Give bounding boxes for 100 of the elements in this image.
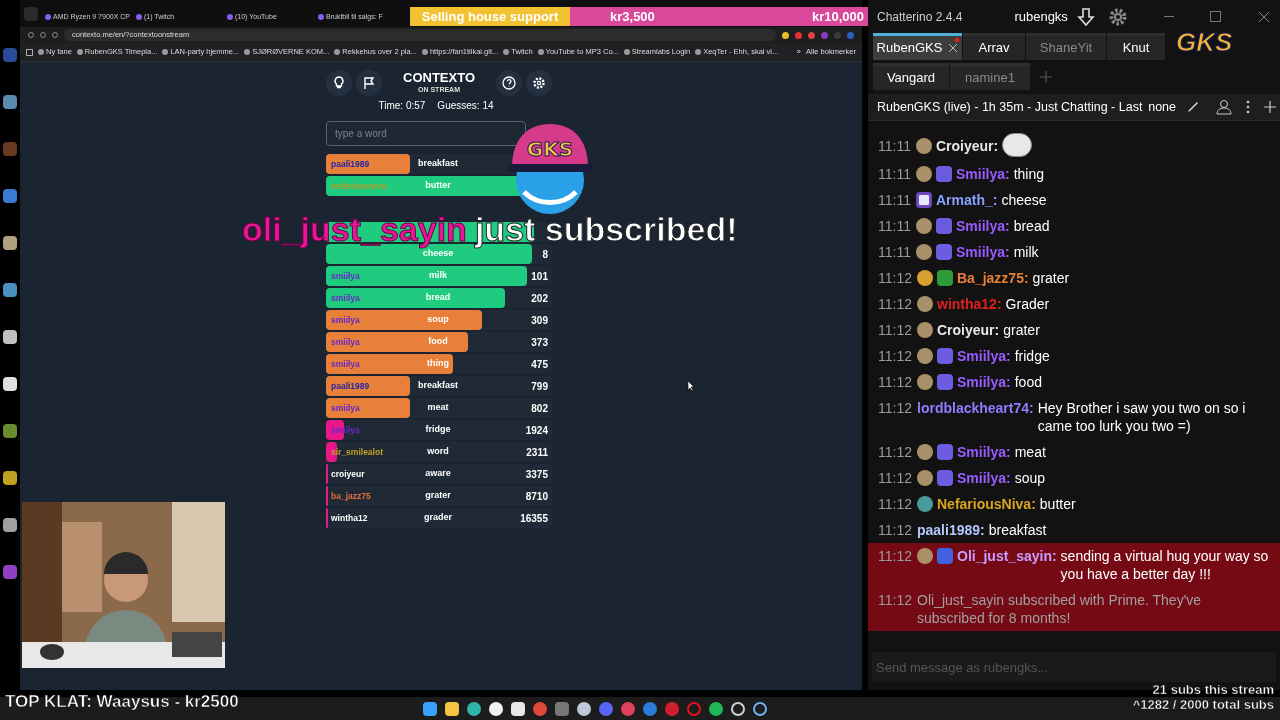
favicon-icon bbox=[318, 14, 324, 20]
username[interactable]: paali1989: bbox=[917, 521, 985, 539]
logo-text: GKS bbox=[526, 137, 574, 161]
timestamp: 11:12 bbox=[878, 269, 912, 287]
player-name: smiilya bbox=[330, 401, 361, 415]
bookmark-favicon-icon bbox=[76, 49, 83, 55]
username[interactable]: Croiyeur: bbox=[935, 137, 999, 155]
username[interactable]: Smiilya: bbox=[955, 243, 1010, 261]
bookmark-favicon-icon bbox=[334, 49, 341, 55]
close-tab-icon[interactable] bbox=[948, 43, 959, 53]
username[interactable]: Smiilya: bbox=[957, 347, 1011, 365]
desktop-shortcut-icon[interactable] bbox=[3, 424, 17, 438]
message-text: thing bbox=[1013, 165, 1046, 183]
player-name: smiilya bbox=[330, 335, 361, 349]
add-split-icon[interactable] bbox=[1264, 101, 1276, 113]
guess-rank: 8710 bbox=[524, 489, 549, 504]
guess-rank: 202 bbox=[530, 291, 549, 306]
username[interactable]: Smiilya: bbox=[957, 469, 1011, 487]
favicon-icon bbox=[227, 14, 233, 20]
bookmark-favicon-icon bbox=[537, 49, 544, 55]
guess-rank: 799 bbox=[530, 379, 549, 394]
system-message: Oli_just_sayin subscribed with Prime. They've subscribed for 8 months! bbox=[917, 591, 1203, 627]
maximize-icon[interactable] bbox=[1210, 11, 1221, 22]
apps-icon[interactable] bbox=[26, 48, 33, 56]
desktop-shortcut-icon[interactable] bbox=[3, 95, 17, 109]
guess-word: grader bbox=[423, 511, 453, 525]
guess-word: breakfast bbox=[417, 379, 459, 393]
guess-word: bread bbox=[424, 291, 452, 305]
app-icon[interactable] bbox=[555, 701, 569, 716]
timestamp: 11:12 bbox=[878, 521, 912, 539]
guess-word: aware bbox=[424, 467, 452, 481]
username[interactable]: Smiilya: bbox=[957, 373, 1011, 391]
guess-rank: 309 bbox=[530, 313, 549, 328]
desktop-shortcut-icon[interactable] bbox=[3, 189, 17, 203]
bookmark-favicon-icon bbox=[695, 49, 702, 55]
desktop-shortcut-icon[interactable] bbox=[3, 236, 17, 250]
channel-tab[interactable]: ShaneYit bbox=[1026, 33, 1106, 60]
username[interactable]: Armath_: bbox=[935, 191, 998, 209]
channel-tab[interactable]: Arrav bbox=[963, 33, 1025, 60]
desktop-shortcut-icon[interactable] bbox=[3, 283, 17, 297]
desktop-shortcut-icon[interactable] bbox=[3, 377, 17, 391]
channel-tab[interactable]: Knut bbox=[1107, 33, 1165, 60]
top-donor-text: TOP KLAT: Waaysus - kr2500 bbox=[5, 691, 239, 713]
bookmarks-overflow[interactable]: » bbox=[796, 46, 801, 58]
word-input[interactable]: type a word bbox=[326, 121, 526, 146]
message-text: bread bbox=[1013, 217, 1051, 235]
guess-rank: 475 bbox=[530, 357, 549, 372]
username[interactable]: wintha12: bbox=[937, 295, 1002, 313]
message-text: grater bbox=[1032, 269, 1071, 287]
message-text: breakfast bbox=[988, 521, 1048, 539]
username[interactable]: Smiilya: bbox=[957, 443, 1011, 461]
account-name[interactable]: rubengks bbox=[1014, 6, 1068, 27]
flag-icon[interactable] bbox=[356, 70, 382, 96]
player-name: croiyeur bbox=[330, 467, 366, 481]
game-title: CONTEXTO bbox=[403, 70, 475, 85]
guess-rank: 373 bbox=[530, 335, 549, 350]
channel-tab[interactable]: namine1 bbox=[950, 63, 1030, 90]
message-input[interactable]: Send message as rubengks... bbox=[872, 652, 1276, 682]
app-icon[interactable] bbox=[643, 701, 657, 716]
channel-tab[interactable]: Vangard bbox=[873, 63, 949, 90]
desktop-shortcut-icon[interactable] bbox=[3, 471, 17, 485]
username[interactable]: Smiilya: bbox=[955, 217, 1010, 235]
app-title: Chatterino 2.4.4 bbox=[877, 8, 963, 26]
settings-icon[interactable] bbox=[526, 70, 552, 96]
username[interactable]: Ba_jazz75: bbox=[957, 269, 1029, 287]
timestamp: 11:12 bbox=[878, 591, 912, 609]
users-icon[interactable] bbox=[1214, 99, 1232, 115]
download-icon[interactable] bbox=[1075, 6, 1096, 27]
username[interactable]: lordblackheart74: bbox=[917, 399, 1034, 417]
guess-rank: 16355 bbox=[519, 511, 549, 526]
guess-word: soup bbox=[426, 313, 450, 327]
message-text: cheese bbox=[1001, 191, 1048, 209]
guess-rank: 2311 bbox=[525, 445, 549, 460]
guess-rank: 1924 bbox=[524, 423, 549, 438]
logo: GKS bbox=[1176, 26, 1233, 59]
desktop-shortcut-icon[interactable] bbox=[3, 330, 17, 344]
pencil-icon[interactable] bbox=[1186, 100, 1200, 114]
favicon-icon bbox=[136, 14, 142, 20]
username[interactable]: Smiilya: bbox=[955, 165, 1010, 183]
sub-counter: ^1282 / 2000 total subs bbox=[1132, 697, 1274, 712]
guess-word: butter bbox=[424, 179, 452, 193]
timestamp: 11:12 bbox=[878, 373, 912, 391]
channel-tab[interactable]: RubenGKS bbox=[873, 33, 962, 60]
channel-header: RubenGKS (live) - 1h 35m - Just Chatting - Last bbox=[877, 98, 1143, 116]
desktop-shortcut-icon[interactable] bbox=[3, 518, 17, 532]
username[interactable]: Croiyeur: bbox=[937, 321, 1000, 339]
goal-target: kr10,000 bbox=[811, 7, 864, 26]
close-icon[interactable] bbox=[1258, 10, 1270, 23]
username[interactable]: NefariousNiva: bbox=[937, 495, 1036, 513]
username[interactable]: Oli_just_sayin: bbox=[957, 547, 1057, 565]
timestamp: 11:11 bbox=[878, 165, 911, 183]
guess-word: thing bbox=[426, 357, 450, 371]
timestamp: 11:12 bbox=[878, 347, 912, 365]
help-icon[interactable] bbox=[496, 70, 522, 96]
message-text: food bbox=[1014, 373, 1043, 391]
lightbulb-icon[interactable] bbox=[326, 70, 352, 96]
timestamp: 11:12 bbox=[878, 321, 912, 339]
more-icon[interactable] bbox=[1246, 100, 1250, 114]
goal-current: kr3,500 bbox=[610, 7, 655, 26]
header-status: none bbox=[1148, 98, 1176, 116]
